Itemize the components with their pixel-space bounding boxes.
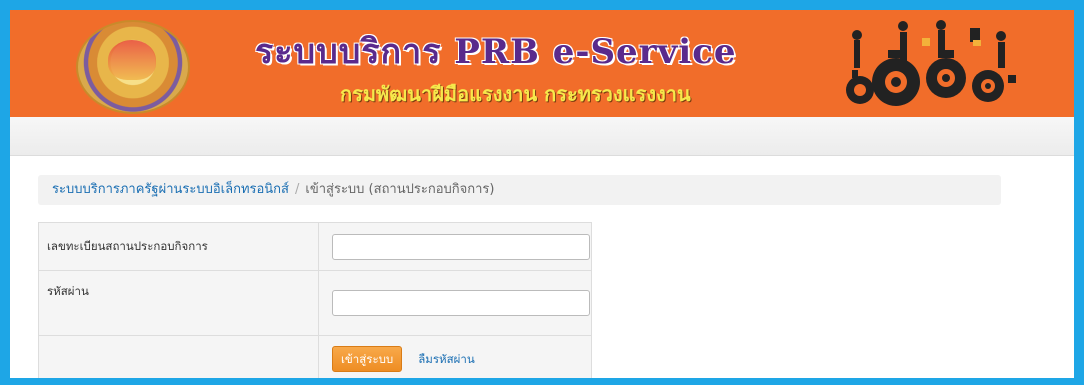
breadcrumb: ระบบบริการภาครัฐผ่านระบบอิเล็กทรอนิกส์ / เ…	[38, 175, 1001, 205]
breadcrumb-separator: /	[295, 182, 300, 197]
navbar	[10, 117, 1074, 156]
login-button[interactable]: เข้าสู่ระบบ	[332, 345, 403, 372]
company-id-input[interactable]	[332, 233, 590, 260]
department-logo-icon	[76, 20, 190, 114]
forgot-password-link[interactable]: ลืมรหัสผ่าน	[418, 352, 474, 366]
password-label: รหัสผ่าน	[38, 270, 319, 336]
site-subtitle: กรมพัฒนาฝีมือแรงงาน กระทรวงแรงงาน	[340, 82, 691, 106]
page-frame: ระบบบริการ PRB e-Service กรมพัฒนาฝีมือแร…	[10, 10, 1074, 378]
company-id-label: เลขทะเบียนสถานประกอบกิจการ	[38, 222, 319, 271]
breadcrumb-link-home[interactable]: ระบบบริการภาครัฐผ่านระบบอิเล็กทรอนิกส์	[52, 182, 289, 197]
breadcrumb-current: เข้าสู่ระบบ (สถานประกอบกิจการ)	[305, 182, 495, 197]
site-title: ระบบบริการ PRB e-Service	[255, 32, 737, 72]
login-form-table: เลขทะเบียนสถานประกอบกิจการ รหัสผ่าน เข้า…	[38, 222, 592, 378]
password-input[interactable]	[332, 290, 590, 316]
header-banner: ระบบบริการ PRB e-Service กรมพัฒนาฝีมือแร…	[10, 10, 1074, 117]
gears-workers-icon	[846, 20, 1016, 106]
